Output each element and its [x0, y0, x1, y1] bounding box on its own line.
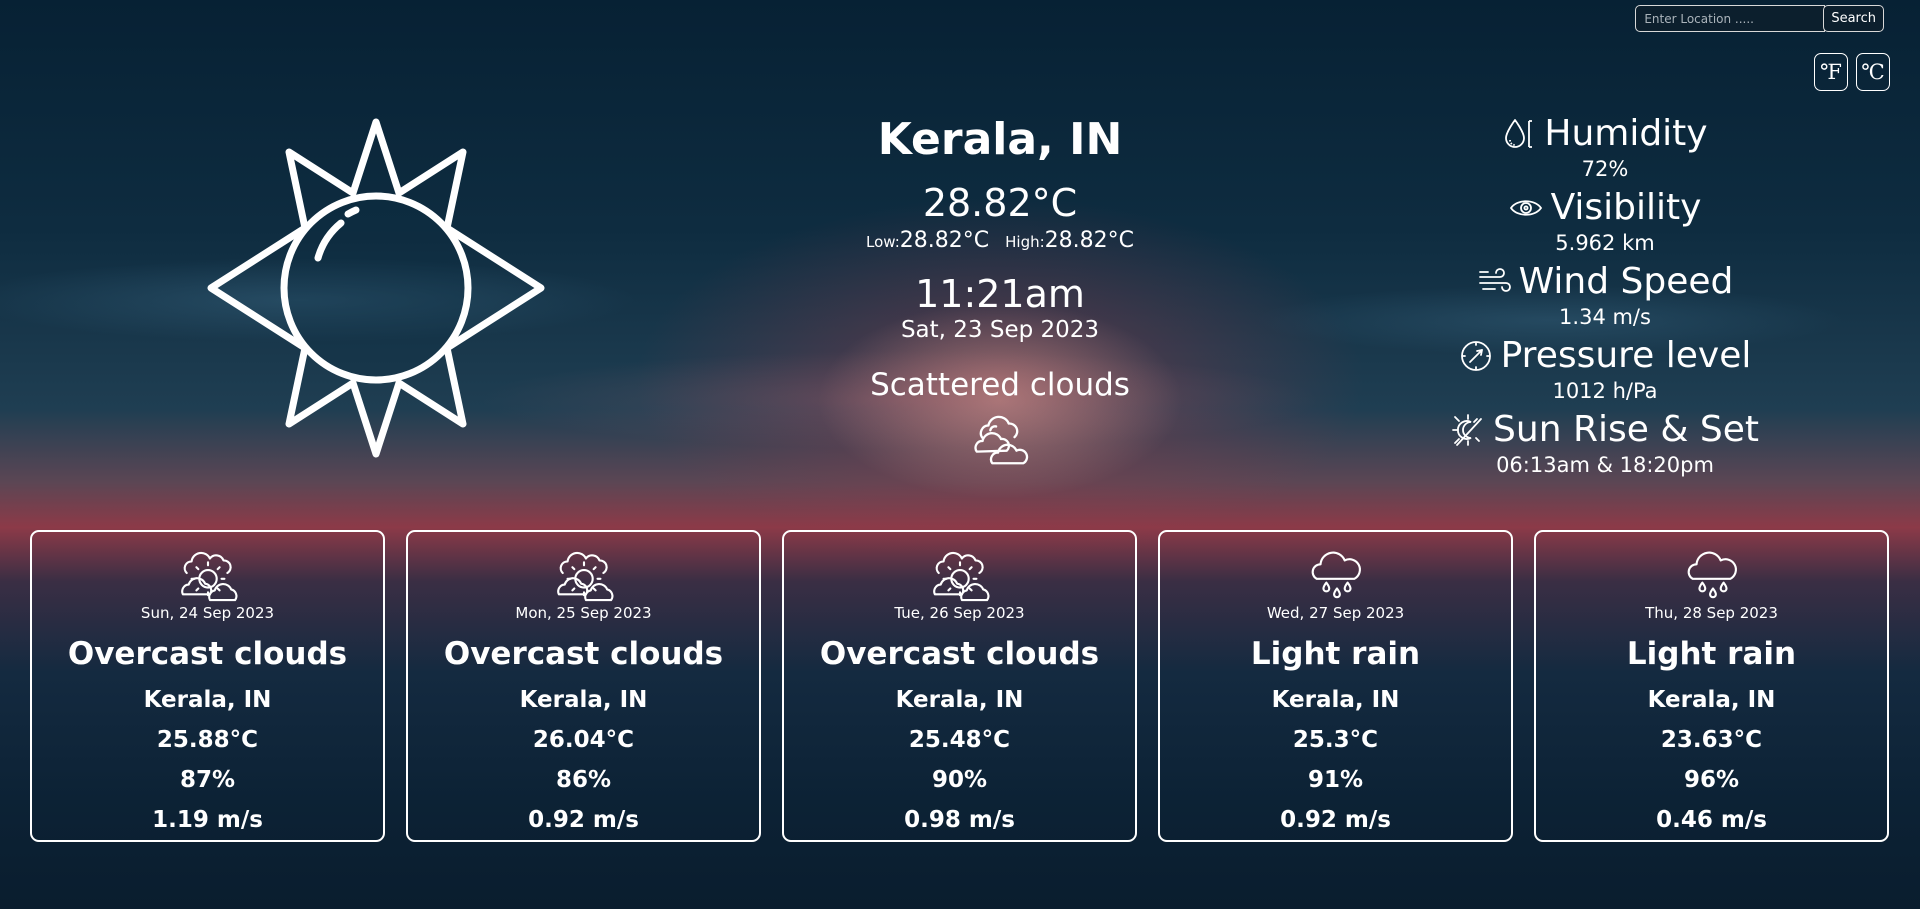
forecast-humidity: 87% — [179, 767, 236, 793]
forecast-date: Thu, 28 Sep 2023 — [1645, 604, 1778, 622]
detail-humidity: Humidity — [1440, 112, 1770, 156]
forecast-temp: 23.63°C — [1660, 727, 1763, 753]
forecast-card: Mon, 25 Sep 2023 Overcast clouds Kerala,… — [406, 530, 761, 842]
compass-icon — [1460, 341, 1491, 371]
rain-cloud-icon — [1687, 551, 1737, 599]
detail-label: Sun Rise & Set — [1493, 409, 1759, 450]
detail-value: 06:13am & 18:20pm — [1496, 453, 1714, 477]
forecast-description: Overcast clouds — [819, 636, 1100, 672]
detail-label: Visibility — [1550, 187, 1702, 228]
wind-icon — [1478, 268, 1511, 292]
forecast-city: Kerala, IN — [1647, 687, 1776, 713]
unit-toggle: ℉ ℃ — [1814, 53, 1890, 91]
low-temp: 28.82°C — [899, 228, 990, 253]
forecast-date: Wed, 27 Sep 2023 — [1266, 604, 1405, 622]
forecast-wind: 0.92 m/s — [528, 807, 639, 833]
high-temp: 28.82°C — [1044, 228, 1134, 253]
detail-pressure: Pressure level — [1440, 334, 1770, 378]
sun-cloud-icon — [556, 551, 613, 602]
forecast-city: Kerala, IN — [143, 687, 272, 713]
current-temperature: 28.82°C — [922, 181, 1078, 225]
weather-details: Humidity 72% Visibility 5.962 km Wind Sp… — [1440, 112, 1770, 482]
forecast-card: Sun, 24 Sep 2023 Overcast clouds Kerala,… — [30, 530, 385, 842]
forecast-wind: 0.98 m/s — [904, 807, 1015, 833]
detail-value: 1.34 m/s — [1559, 305, 1651, 329]
high-label: High: — [1005, 233, 1045, 251]
forecast-date: Mon, 25 Sep 2023 — [515, 604, 652, 622]
search-bar: Search — [1635, 5, 1884, 32]
forecast-temp: 25.48°C — [908, 727, 1011, 753]
location-search-input[interactable] — [1635, 5, 1826, 32]
forecast-card: Thu, 28 Sep 2023 Light rain Kerala, IN 2… — [1534, 530, 1889, 842]
forecast-description: Overcast clouds — [443, 636, 724, 672]
forecast-wind: 0.92 m/s — [1280, 807, 1391, 833]
forecast-humidity: 91% — [1307, 767, 1364, 793]
low-label: Low: — [866, 233, 900, 251]
forecast-date: Sun, 24 Sep 2023 — [140, 604, 275, 622]
forecast-wind: 1.19 m/s — [152, 807, 263, 833]
detail-visibility: Visibility — [1440, 186, 1770, 230]
forecast-city: Kerala, IN — [1271, 687, 1400, 713]
current-time: 11:21am — [915, 272, 1085, 316]
forecast-card: Tue, 26 Sep 2023 Overcast clouds Kerala,… — [782, 530, 1137, 842]
forecast-description: Light rain — [1626, 636, 1797, 672]
forecast-city: Kerala, IN — [895, 687, 1024, 713]
forecast-city: Kerala, IN — [519, 687, 648, 713]
detail-wind-speed: Wind Speed — [1440, 260, 1770, 304]
forecast-temp: 25.3°C — [1292, 727, 1379, 753]
sun-cloud-icon — [932, 551, 989, 602]
sun-cloud-icon — [180, 551, 237, 602]
city-name: Kerala, IN — [877, 114, 1123, 165]
current-date: Sat, 23 Sep 2023 — [900, 317, 1100, 343]
celsius-button[interactable]: ℃ — [1856, 53, 1890, 91]
forecast-list: Sun, 24 Sep 2023 Overcast clouds Kerala,… — [30, 530, 1889, 842]
forecast-temp: 25.88°C — [156, 727, 259, 753]
detail-label: Humidity — [1544, 113, 1708, 154]
detail-sunrise: Sun Rise & Set — [1440, 408, 1770, 452]
forecast-wind: 0.46 m/s — [1656, 807, 1767, 833]
weather-description: Scattered clouds — [870, 367, 1130, 403]
rain-cloud-icon — [1311, 551, 1361, 599]
forecast-card: Wed, 27 Sep 2023 Light rain Kerala, IN 2… — [1158, 530, 1513, 842]
low-high: Low:28.82°C High:28.82°C — [760, 228, 1240, 253]
detail-label: Pressure level — [1500, 335, 1752, 376]
humidity-icon — [1505, 119, 1533, 148]
scattered-clouds-icon — [974, 415, 1029, 465]
fahrenheit-button[interactable]: ℉ — [1814, 53, 1848, 91]
eye-icon — [1509, 200, 1542, 216]
forecast-humidity: 90% — [931, 767, 988, 793]
sun-icon — [207, 118, 545, 458]
forecast-temp: 26.04°C — [532, 727, 635, 753]
detail-value: 1012 h/Pa — [1552, 379, 1658, 403]
detail-value: 72% — [1581, 157, 1629, 181]
detail-label: Wind Speed — [1518, 261, 1734, 302]
forecast-date: Tue, 26 Sep 2023 — [894, 604, 1025, 622]
search-button[interactable]: Search — [1823, 5, 1884, 32]
forecast-humidity: 96% — [1683, 767, 1740, 793]
sunrise-icon — [1452, 414, 1482, 446]
current-weather: Kerala, IN 28.82°C Low:28.82°C High:28.82… — [760, 112, 1240, 471]
detail-value: 5.962 km — [1555, 231, 1655, 255]
forecast-description: Light rain — [1250, 636, 1421, 672]
forecast-humidity: 86% — [555, 767, 612, 793]
forecast-description: Overcast clouds — [67, 636, 348, 672]
